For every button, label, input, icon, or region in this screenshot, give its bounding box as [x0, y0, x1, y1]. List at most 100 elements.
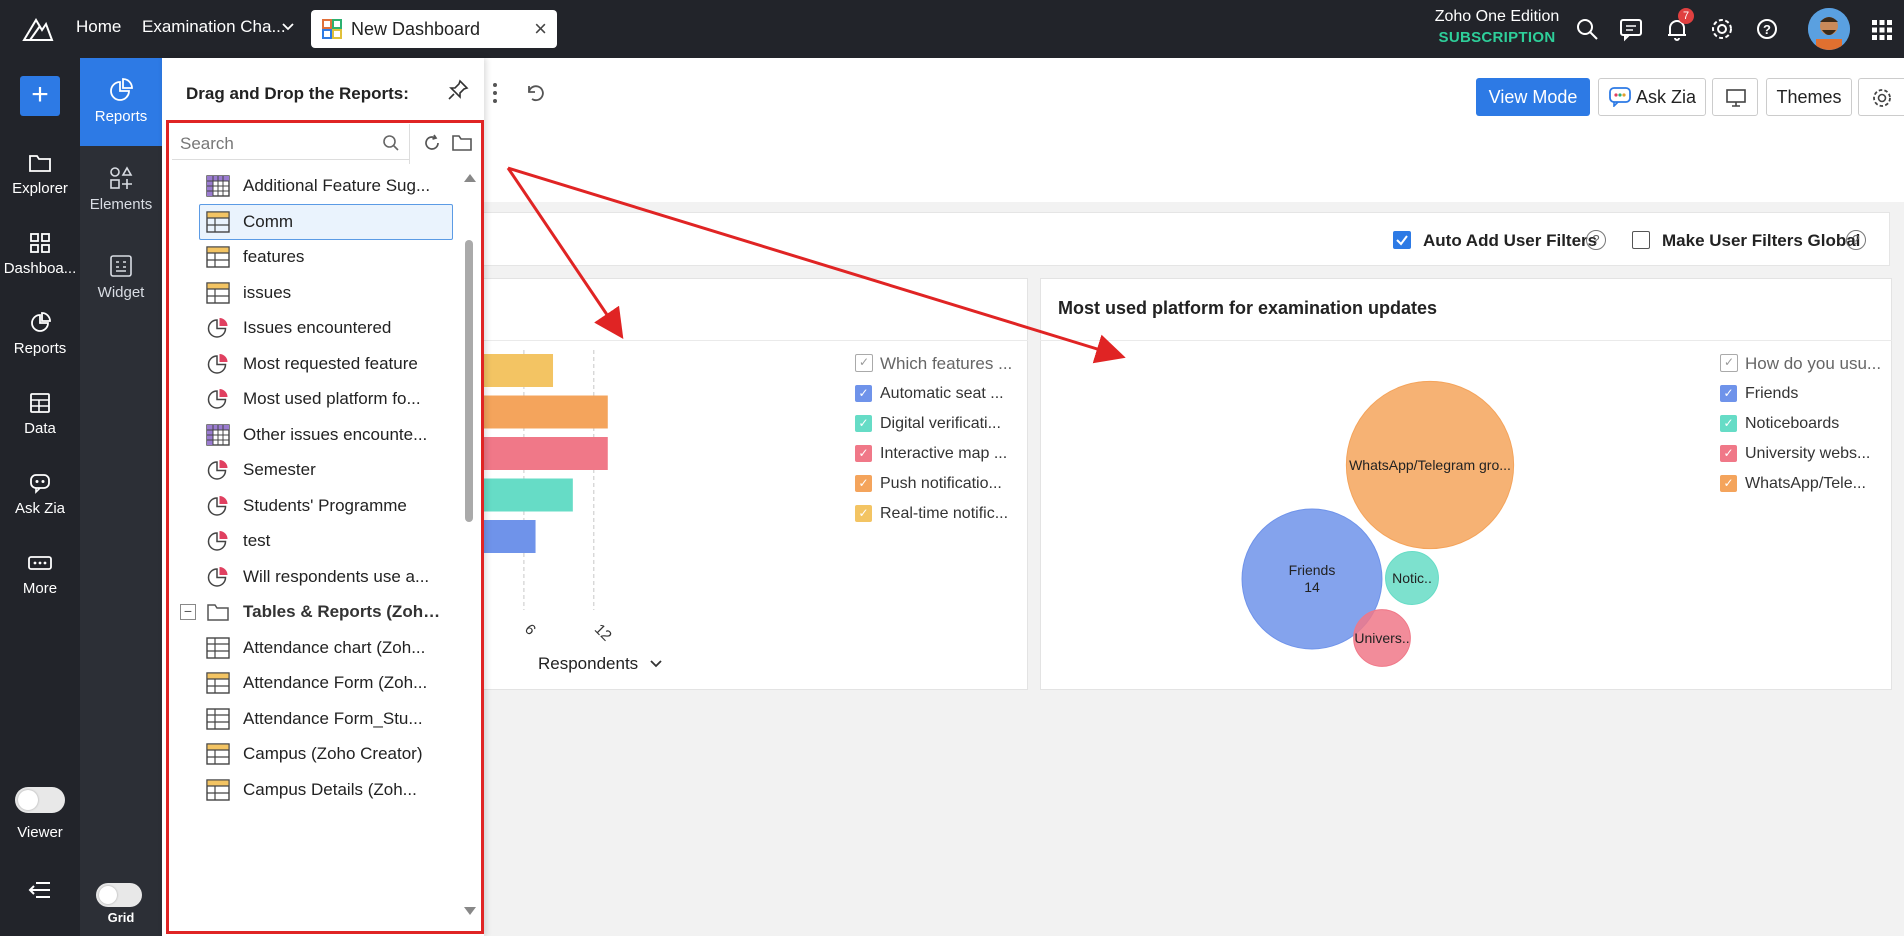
bar[interactable] — [484, 520, 536, 553]
report-list-item[interactable]: features — [172, 239, 462, 275]
report-list-item-label: Attendance Form_Stu... — [243, 708, 423, 728]
scrollbar-thumb[interactable] — [465, 240, 473, 522]
report-list-item[interactable]: Campus Details (Zoh... — [172, 772, 462, 808]
refresh-icon[interactable] — [422, 133, 442, 153]
tab-new-dashboard[interactable]: New Dashboard × — [311, 10, 557, 48]
kebab-menu-icon[interactable] — [492, 82, 498, 104]
legend-item[interactable]: Friends — [1745, 385, 1798, 403]
help-icon[interactable]: ? — [1846, 230, 1866, 250]
report-list-item[interactable]: Most used platform fo... — [172, 381, 462, 417]
search-input[interactable] — [172, 128, 410, 160]
monitor-icon — [1726, 89, 1746, 107]
legend-swatch[interactable]: ✓ — [855, 475, 872, 492]
collapse-menu-icon[interactable] — [28, 880, 52, 900]
report-list-item[interactable]: Most requested feature — [172, 346, 462, 382]
search-icon[interactable] — [382, 134, 400, 152]
nav-explorer[interactable]: Explorer — [0, 152, 80, 197]
subscription-link[interactable]: SUBSCRIPTION — [1432, 29, 1562, 46]
report-list-item[interactable]: Attendance Form_Stu... — [172, 701, 462, 737]
legend-swatch[interactable]: ✓ — [1720, 445, 1737, 462]
apps-grid-icon[interactable] — [1872, 20, 1892, 40]
legend-item[interactable]: Interactive map ... — [880, 445, 1007, 463]
bubble-label: Univers.. — [1354, 630, 1409, 646]
auto-add-filters-checkbox[interactable] — [1393, 231, 1411, 249]
legend-item[interactable]: Push notificatio... — [880, 475, 1002, 493]
create-button[interactable]: + — [20, 76, 60, 116]
gear-icon — [1873, 89, 1891, 107]
report-list-item[interactable]: Campus (Zoho Creator) — [172, 736, 462, 772]
legend-item[interactable]: WhatsApp/Tele... — [1745, 475, 1866, 493]
ask-zia-button[interactable]: Ask Zia — [1598, 78, 1706, 116]
close-icon[interactable]: × — [534, 16, 547, 42]
report-list-item-label: test — [243, 531, 271, 550]
nav-reports[interactable]: Reports — [0, 312, 80, 357]
report-list-item[interactable]: Semester — [172, 452, 462, 488]
grid-toggle[interactable] — [96, 883, 142, 907]
x-axis-label[interactable]: Respondents — [538, 654, 663, 674]
scroll-down-arrow[interactable] — [464, 907, 476, 915]
legend-item[interactable]: Automatic seat ... — [880, 385, 1004, 403]
zoho-analytics-logo-icon[interactable] — [20, 14, 56, 44]
legend-item[interactable]: University webs... — [1745, 445, 1870, 463]
chevron-down-icon[interactable] — [282, 22, 294, 32]
bar[interactable] — [484, 354, 554, 387]
undo-icon[interactable] — [524, 82, 546, 104]
nav-dashboards[interactable]: Dashboa... — [0, 232, 80, 277]
nav-more[interactable]: More — [0, 552, 80, 597]
collapse-toggle[interactable]: − — [180, 604, 196, 620]
examination-tab[interactable]: Examination Cha... — [142, 17, 286, 37]
report-list-item-label: Campus Details (Zoh... — [243, 779, 417, 799]
legend-item[interactable]: Real-time notific... — [880, 505, 1008, 523]
legend-item[interactable]: Noticeboards — [1745, 415, 1839, 433]
make-filters-global-checkbox[interactable] — [1632, 231, 1650, 249]
legend-swatch[interactable]: ✓ — [1720, 475, 1737, 492]
legend-toggle-all[interactable]: ✓ — [855, 354, 873, 372]
present-button[interactable] — [1712, 78, 1758, 116]
legend-swatch[interactable]: ✓ — [855, 415, 872, 432]
pin-icon[interactable] — [446, 78, 470, 102]
sec-reports[interactable]: Reports — [80, 58, 162, 146]
help-icon[interactable]: ? — [1754, 16, 1780, 42]
view-mode-button[interactable]: View Mode — [1476, 78, 1590, 116]
settings-button[interactable] — [1858, 78, 1904, 116]
report-list-item[interactable]: test — [172, 523, 462, 559]
viewer-toggle[interactable] — [15, 787, 65, 813]
pie-chart-icon — [207, 353, 228, 374]
report-list-item[interactable]: Attendance chart (Zoh... — [172, 630, 462, 666]
report-list-item[interactable]: Additional Feature Sug... — [172, 170, 462, 204]
legend-swatch[interactable]: ✓ — [855, 385, 872, 402]
report-list-item[interactable]: Issues encountered — [172, 310, 462, 346]
folder-row[interactable]: − Tables & Reports (Zoho ... — [172, 594, 462, 630]
report-list-item[interactable]: issues — [172, 275, 462, 311]
folder-icon[interactable] — [451, 133, 473, 153]
report-list-item[interactable]: Attendance Form (Zoh... — [172, 665, 462, 701]
nav-data[interactable]: Data — [0, 392, 80, 437]
legend-swatch[interactable]: ✓ — [855, 505, 872, 522]
nav-ask-zia[interactable]: Ask Zia — [0, 472, 80, 517]
edition-info[interactable]: Zoho One Edition SUBSCRIPTION — [1432, 8, 1562, 46]
sec-widget[interactable]: Widget — [80, 254, 162, 301]
scroll-up-arrow[interactable] — [464, 174, 476, 182]
legend-swatch[interactable]: ✓ — [1720, 385, 1737, 402]
help-icon[interactable]: ? — [1586, 230, 1606, 250]
avatar[interactable] — [1808, 8, 1850, 50]
secondary-nav: Reports Elements Widget Grid — [80, 58, 162, 936]
search-icon[interactable] — [1574, 16, 1600, 42]
report-list-item[interactable]: Other issues encounte... — [172, 417, 462, 453]
legend-item[interactable]: Digital verificati... — [880, 415, 1001, 433]
feedback-icon[interactable] — [1618, 16, 1644, 42]
bar[interactable] — [484, 478, 573, 512]
bar[interactable] — [484, 395, 608, 429]
sec-elements[interactable]: Elements — [80, 166, 162, 213]
legend-swatch[interactable]: ✓ — [855, 445, 872, 462]
home-link[interactable]: Home — [76, 17, 121, 37]
themes-button[interactable]: Themes — [1766, 78, 1852, 116]
bar[interactable] — [484, 437, 608, 470]
report-list-item[interactable]: Will respondents use a... — [172, 559, 462, 595]
report-list-item[interactable]: Comm — [172, 203, 462, 240]
gear-icon[interactable] — [1709, 16, 1735, 42]
report-list-item-label: Most requested feature — [243, 353, 418, 373]
report-list-item[interactable]: Students' Programme — [172, 488, 462, 524]
legend-toggle-all[interactable]: ✓ — [1720, 354, 1738, 372]
legend-swatch[interactable]: ✓ — [1720, 415, 1737, 432]
